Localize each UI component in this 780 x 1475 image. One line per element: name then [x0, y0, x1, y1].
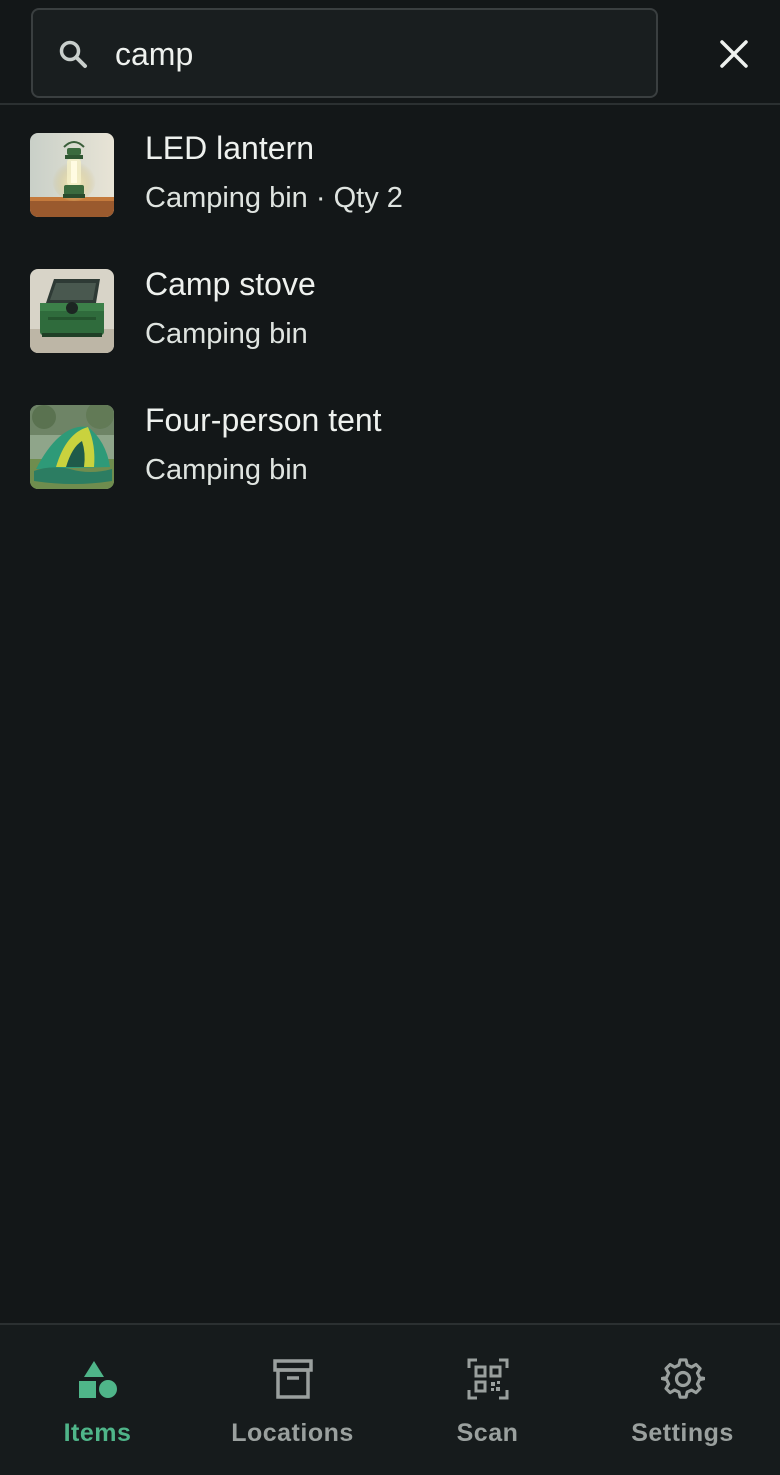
- nav-label: Settings: [631, 1419, 734, 1447]
- item-thumbnail: [30, 405, 114, 489]
- item-title: Camp stove: [145, 266, 316, 302]
- qr-code-icon: [466, 1357, 510, 1401]
- lantern-photo: [30, 133, 114, 217]
- search-input[interactable]: [115, 28, 635, 80]
- nav-label: Items: [63, 1419, 132, 1447]
- search-header: [0, 0, 780, 105]
- item-thumbnail: [30, 133, 114, 217]
- gear-icon: [659, 1357, 706, 1401]
- item-thumbnail: [30, 269, 114, 353]
- item-subtitle: Camping bin · Qty 2: [145, 182, 403, 214]
- nav-item-settings[interactable]: Settings: [585, 1325, 780, 1475]
- shapes-icon: [76, 1357, 120, 1401]
- search-screen: LED lantern Camping bin · Qty 2 Camp sto…: [0, 0, 780, 1475]
- stove-photo: [30, 269, 114, 353]
- item-subtitle: Camping bin: [145, 318, 308, 350]
- tent-photo: [30, 405, 114, 489]
- results-list: LED lantern Camping bin · Qty 2 Camp sto…: [0, 106, 780, 514]
- search-field[interactable]: [31, 8, 658, 98]
- nav-item-scan[interactable]: Scan: [390, 1325, 585, 1475]
- item-title: Four-person tent: [145, 402, 382, 438]
- nav-item-items[interactable]: Items: [0, 1325, 195, 1475]
- list-item[interactable]: Camp stove Camping bin: [0, 242, 780, 378]
- item-title: LED lantern: [145, 130, 314, 166]
- bottom-navigation: Items Locations Scan Settings: [0, 1323, 780, 1475]
- clear-search-button[interactable]: [706, 26, 762, 82]
- nav-item-locations[interactable]: Locations: [195, 1325, 390, 1475]
- item-subtitle: Camping bin: [145, 454, 308, 486]
- list-item[interactable]: Four-person tent Camping bin: [0, 378, 780, 514]
- nav-label: Locations: [231, 1419, 354, 1447]
- search-icon: [57, 38, 89, 70]
- close-icon: [720, 40, 748, 68]
- list-item[interactable]: LED lantern Camping bin · Qty 2: [0, 106, 780, 242]
- archive-box-icon: [271, 1357, 315, 1401]
- nav-label: Scan: [456, 1419, 519, 1447]
